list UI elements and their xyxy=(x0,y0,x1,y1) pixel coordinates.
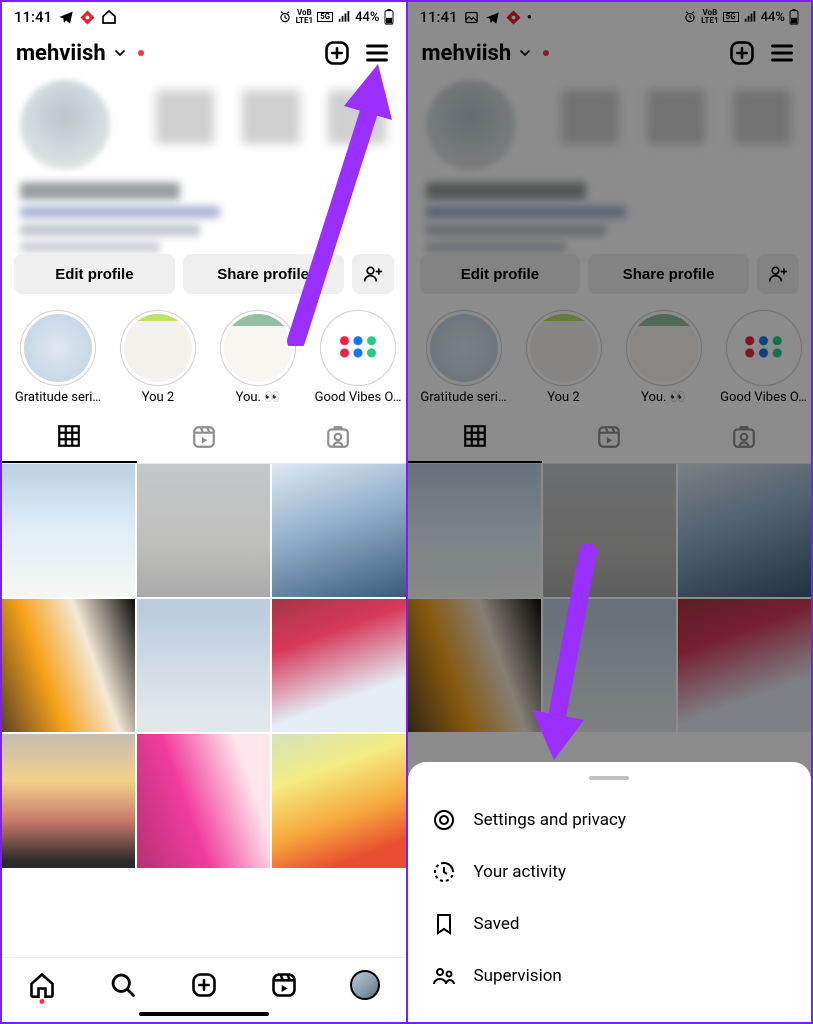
post-thumbnail[interactable] xyxy=(272,464,405,597)
nav-reels[interactable] xyxy=(267,968,301,1002)
profile-stats[interactable] xyxy=(156,90,386,144)
menu-item-activity[interactable]: Your activity xyxy=(408,846,812,898)
chevron-down-icon xyxy=(112,45,128,61)
menu-item-label: Your activity xyxy=(474,862,567,882)
status-bar: 11:41 VoB LTE1 5G 44% xyxy=(2,2,406,28)
username-text: mehviish xyxy=(16,41,106,66)
highlight-label: You 2 xyxy=(142,390,175,405)
discover-people-button[interactable] xyxy=(352,254,394,294)
tab-tagged[interactable] xyxy=(271,411,406,463)
menu-bottom-sheet: Settings and privacy Your activity Saved… xyxy=(408,762,812,1022)
status-time: 11:41 xyxy=(14,8,52,26)
highlight-label: Gratitude seri… xyxy=(15,390,101,405)
menu-item-settings[interactable]: Settings and privacy xyxy=(408,794,812,846)
profile-info-blurred xyxy=(2,74,406,254)
edit-profile-button[interactable]: Edit profile xyxy=(14,254,175,294)
notification-dot xyxy=(40,999,45,1004)
nav-home[interactable] xyxy=(25,968,59,1002)
post-thumbnail[interactable] xyxy=(137,734,270,867)
post-thumbnail[interactable] xyxy=(272,734,405,867)
sheet-drag-handle[interactable] xyxy=(589,776,629,780)
profile-header: mehviish xyxy=(2,28,406,74)
menu-item-label: Settings and privacy xyxy=(474,810,626,830)
red-diamond-icon xyxy=(80,10,95,25)
share-profile-button[interactable]: Share profile xyxy=(183,254,344,294)
bookmark-icon xyxy=(432,912,456,936)
post-thumbnail[interactable] xyxy=(2,464,135,597)
profile-tabs xyxy=(2,411,406,464)
posts-grid xyxy=(2,464,406,868)
highlight-item[interactable]: Good Vibes O… xyxy=(308,310,406,405)
home-outline-icon xyxy=(101,9,117,25)
menu-item-label: Supervision xyxy=(474,966,562,986)
highlight-label: You. 👀 xyxy=(236,390,281,405)
telegram-icon xyxy=(58,9,74,25)
notification-dot xyxy=(138,50,144,56)
post-thumbnail[interactable] xyxy=(2,734,135,867)
nav-profile[interactable] xyxy=(348,968,382,1002)
battery-percent: 44% xyxy=(355,10,379,25)
activity-icon xyxy=(432,860,456,884)
highlight-item[interactable]: Gratitude seri… xyxy=(8,310,108,405)
bottom-navigation xyxy=(2,957,406,1008)
menu-item-saved[interactable]: Saved xyxy=(408,898,812,950)
nav-search[interactable] xyxy=(106,968,140,1002)
supervision-icon xyxy=(432,964,456,988)
battery-icon xyxy=(384,9,394,25)
post-thumbnail[interactable] xyxy=(137,464,270,597)
hamburger-menu-button[interactable] xyxy=(362,38,392,68)
create-button[interactable] xyxy=(322,38,352,68)
username-dropdown[interactable]: mehviish xyxy=(16,41,144,66)
post-thumbnail[interactable] xyxy=(272,599,405,732)
highlight-item[interactable]: You. 👀 xyxy=(208,310,308,405)
highlight-label: Good Vibes O… xyxy=(315,390,402,405)
profile-avatar[interactable] xyxy=(20,80,110,170)
highlight-item[interactable]: You 2 xyxy=(108,310,208,405)
menu-item-supervision[interactable]: Supervision xyxy=(408,950,812,1002)
settings-icon xyxy=(432,808,456,832)
profile-actions: Edit profile Share profile xyxy=(2,254,406,304)
network-5g: 5G xyxy=(317,12,333,22)
profile-avatar-icon xyxy=(350,970,380,1000)
story-highlights: Gratitude seri… You 2 You. 👀 Good Vibes … xyxy=(2,304,406,411)
network-badge: VoB LTE1 xyxy=(296,9,314,25)
tab-reels[interactable] xyxy=(137,411,272,463)
nav-create[interactable] xyxy=(187,968,221,1002)
alarm-icon xyxy=(278,10,292,24)
post-thumbnail[interactable] xyxy=(137,599,270,732)
screenshot-left: 11:41 VoB LTE1 5G 44% xyxy=(2,2,406,1022)
system-gesture-handle xyxy=(139,1012,269,1016)
signal-icon xyxy=(337,10,351,24)
screenshot-right: 11:41 • VoB LTE1 5G 44% xyxy=(408,2,812,1022)
menu-item-label: Saved xyxy=(474,914,520,934)
tab-grid[interactable] xyxy=(2,411,137,463)
post-thumbnail[interactable] xyxy=(2,599,135,732)
